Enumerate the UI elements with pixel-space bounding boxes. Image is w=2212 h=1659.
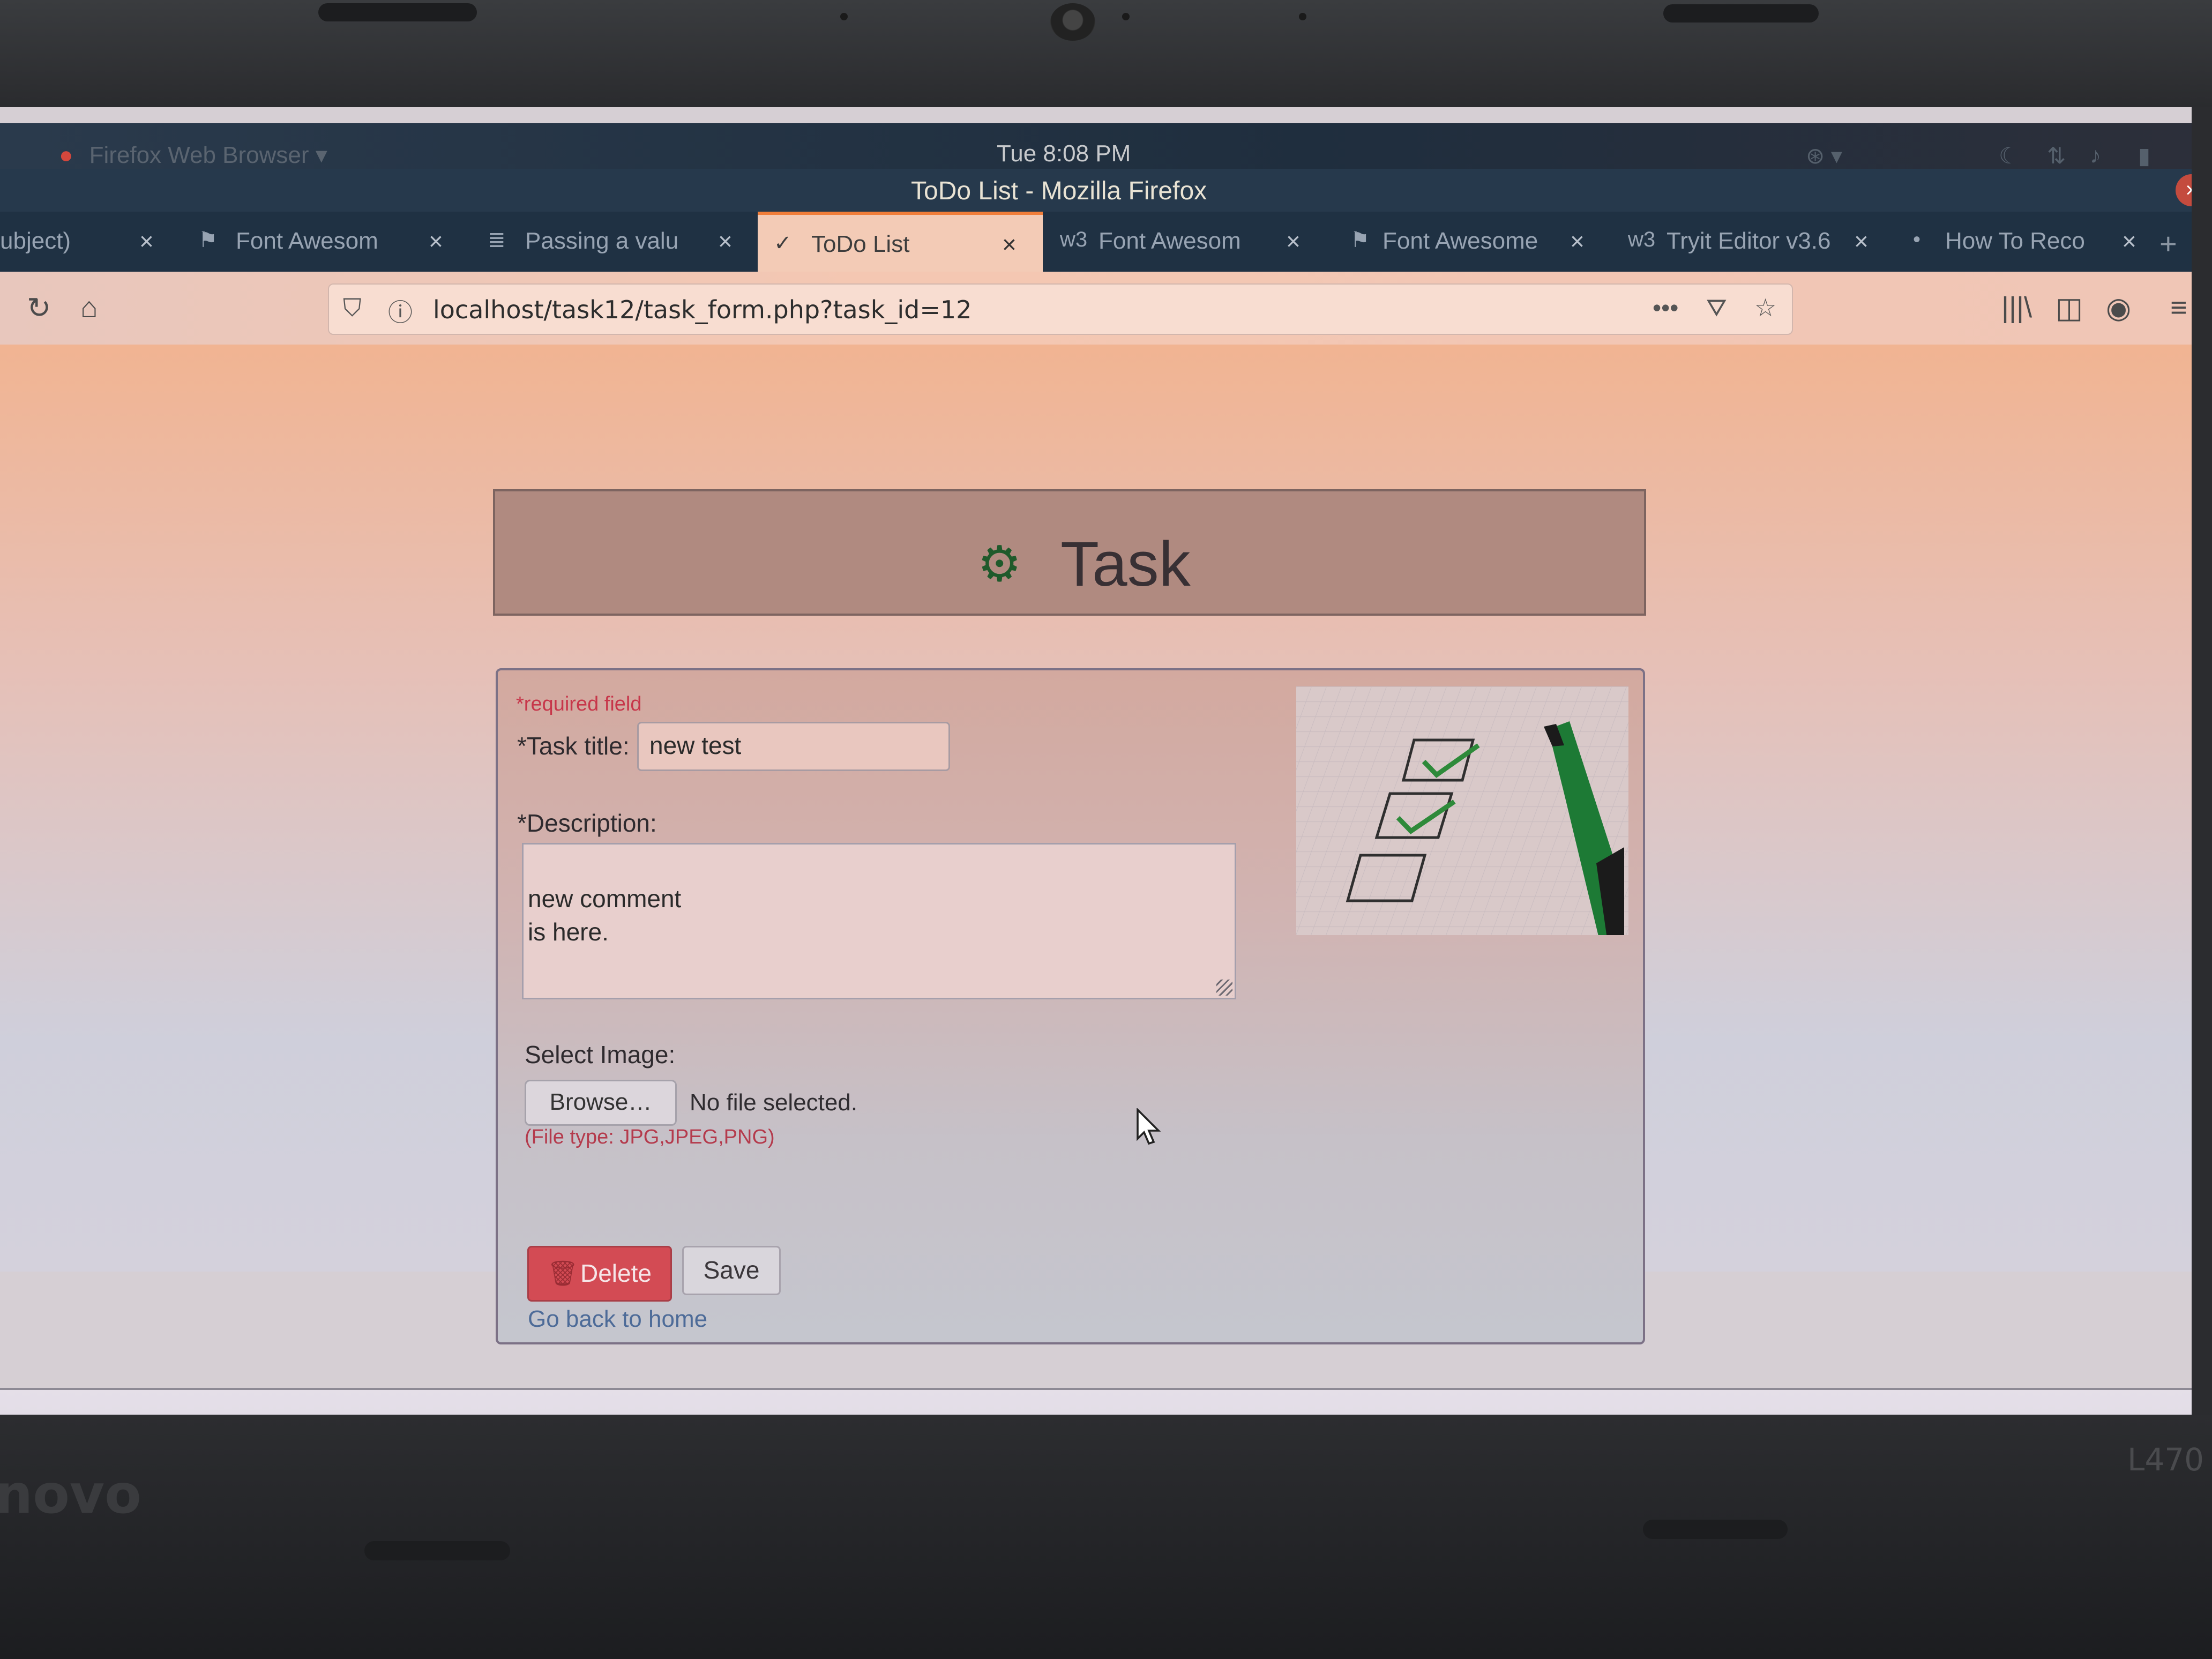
- bezel-bump-left: [364, 1541, 510, 1560]
- tab-close-icon[interactable]: ×: [1854, 227, 1869, 256]
- accessibility-icon[interactable]: ⊛ ▾: [1806, 143, 1842, 169]
- info-icon[interactable]: ⓘ: [388, 293, 413, 328]
- window-titlebar: ToDo List - Mozilla Firefox ×: [0, 169, 2192, 212]
- tab-close-icon[interactable]: ×: [1002, 230, 1017, 259]
- tab-how-to-reco[interactable]: • How To Reco ×: [1908, 212, 2143, 272]
- bookmark-star-icon[interactable]: ☆: [1754, 293, 1776, 322]
- flag-icon: ⚑: [1350, 228, 1370, 252]
- page-actions-icon[interactable]: •••: [1653, 293, 1678, 322]
- tab-strip: ubject) × ⚑ Font Awesom × ≣ Passing a va…: [0, 212, 2192, 275]
- tab-label: How To Reco: [1945, 228, 2085, 254]
- clock[interactable]: Tue 8:08 PM: [997, 140, 1131, 167]
- tab-close-icon[interactable]: ×: [1286, 227, 1301, 256]
- app-menu-label: Firefox Web Browser ▾: [89, 142, 327, 168]
- tab-close-icon[interactable]: ×: [139, 227, 154, 256]
- laptop-screen: ● Firefox Web Browser ▾ Tue 8:08 PM ⊛ ▾ ☾…: [0, 107, 2192, 1415]
- browse-button[interactable]: Browse…: [525, 1080, 677, 1126]
- select-image-label: Select Image:: [525, 1041, 676, 1068]
- tab-subject[interactable]: ubject) ×: [0, 212, 177, 272]
- tab-label: Passing a valu: [525, 228, 679, 254]
- url-text[interactable]: localhost/task12/task_form.php?task_id=1…: [433, 295, 972, 324]
- shield-icon[interactable]: ⛉: [343, 293, 362, 323]
- battery-icon[interactable]: ▮: [2138, 143, 2150, 169]
- tab-passing-a-value[interactable]: ≣ Passing a valu ×: [482, 212, 750, 272]
- task-title-input[interactable]: new test: [637, 722, 950, 771]
- bezel-bump-right: [1663, 4, 1819, 23]
- delete-label: Delete: [580, 1259, 652, 1287]
- flag-icon: ⚑: [198, 228, 218, 252]
- laptop-brand-logo: novo: [0, 1463, 141, 1526]
- tab-label: ToDo List: [811, 231, 910, 257]
- tab-label: Tryit Editor v3.6: [1667, 228, 1831, 254]
- address-bar[interactable]: ⛉ ⓘ localhost/task12/task_form.php?task_…: [328, 283, 1793, 335]
- volume-icon[interactable]: ♪: [2090, 143, 2101, 168]
- firefox-icon: ●: [59, 142, 73, 168]
- tab-todo-list[interactable]: ✓ ToDo List ×: [758, 212, 1043, 275]
- tab-label: Font Awesom: [236, 228, 378, 254]
- delete-button[interactable]: 🗑 Delete: [527, 1246, 672, 1302]
- tab-close-icon[interactable]: ×: [429, 227, 443, 256]
- file-type-note: (File type: JPG,JPEG,PNG): [525, 1126, 775, 1148]
- description-label: *Description:: [517, 809, 657, 837]
- mic-dot-right: [1299, 13, 1306, 20]
- go-back-home-link[interactable]: Go back to home: [528, 1306, 707, 1333]
- tab-tryit-editor[interactable]: w3 Tryit Editor v3.6 ×: [1624, 212, 1892, 272]
- dot-icon: •: [1913, 228, 1921, 251]
- page-title: Task: [1060, 529, 1191, 600]
- task-form-card: *required field *Task title: new test *D…: [496, 668, 1645, 1344]
- window-title: ToDo List - Mozilla Firefox: [911, 177, 1207, 205]
- required-field-note: *required field: [516, 693, 642, 715]
- mouse-cursor-icon: [1137, 1108, 1161, 1145]
- w3-icon: w3: [1628, 228, 1656, 251]
- task-title-label: *Task title:: [517, 732, 630, 760]
- check-circle-icon: ✓: [774, 231, 792, 255]
- tab-label: Font Awesome: [1382, 228, 1538, 254]
- tab-font-awesome-3[interactable]: ⚑ Font Awesome ×: [1345, 212, 1613, 272]
- laptop-model-label: L470: [2127, 1441, 2204, 1478]
- reload-icon[interactable]: ↻: [27, 291, 51, 325]
- night-light-icon: ☾: [1999, 143, 2019, 168]
- gear-icon: ⚙: [977, 537, 1022, 592]
- no-file-status: No file selected.: [690, 1089, 858, 1116]
- tab-font-awesome-2[interactable]: w3 Font Awesom ×: [1056, 212, 1324, 272]
- save-button[interactable]: Save: [682, 1246, 781, 1295]
- tab-label: Font Awesom: [1098, 228, 1241, 254]
- network-icon[interactable]: ⇅: [2047, 143, 2066, 169]
- page-header: ⚙ Task: [493, 489, 1646, 616]
- tab-close-icon[interactable]: ×: [1570, 227, 1585, 256]
- mic-dot: [840, 13, 848, 20]
- tab-close-icon[interactable]: ×: [2122, 227, 2136, 256]
- bezel-bump-left: [318, 3, 477, 21]
- trash-icon: 🗑: [547, 1259, 579, 1287]
- tab-close-icon[interactable]: ×: [718, 227, 733, 256]
- stack-icon: ≣: [488, 228, 506, 252]
- bezel-bump-right: [1643, 1520, 1788, 1539]
- account-icon[interactable]: ◉: [2106, 291, 2131, 325]
- new-tab-icon[interactable]: +: [2159, 226, 2177, 261]
- web-page: ⚙ Task *required field *Task title: new …: [0, 345, 2192, 1344]
- sensor-dot: [1122, 13, 1130, 20]
- laptop-bezel-top: [0, 0, 2212, 107]
- checklist-illustration: [1296, 686, 1628, 935]
- tab-label: ubject): [0, 228, 71, 254]
- description-textarea[interactable]: new comment is here.: [522, 843, 1236, 999]
- navigation-toolbar: ↻ ⌂ ⛉ ⓘ localhost/task12/task_form.php?t…: [0, 272, 2192, 346]
- webcam-icon: [1050, 3, 1095, 41]
- description-text[interactable]: new comment is here.: [528, 885, 681, 946]
- library-icon[interactable]: |||\: [2001, 291, 2032, 324]
- tab-font-awesome-1[interactable]: ⚑ Font Awesom ×: [193, 212, 461, 272]
- page-footer-area: [0, 1390, 2192, 1415]
- home-icon[interactable]: ⌂: [80, 291, 98, 324]
- sidebar-icon[interactable]: ◫: [2056, 291, 2083, 325]
- app-menu[interactable]: ● Firefox Web Browser ▾: [59, 141, 327, 169]
- resize-handle[interactable]: [1216, 980, 1232, 996]
- laptop-bezel-bottom: [0, 1415, 2212, 1659]
- w3-icon: w3: [1060, 228, 1088, 251]
- menu-icon[interactable]: ≡: [2170, 291, 2187, 324]
- window-close-icon[interactable]: ×: [2176, 174, 2192, 206]
- pocket-icon[interactable]: ⛛: [1706, 293, 1727, 323]
